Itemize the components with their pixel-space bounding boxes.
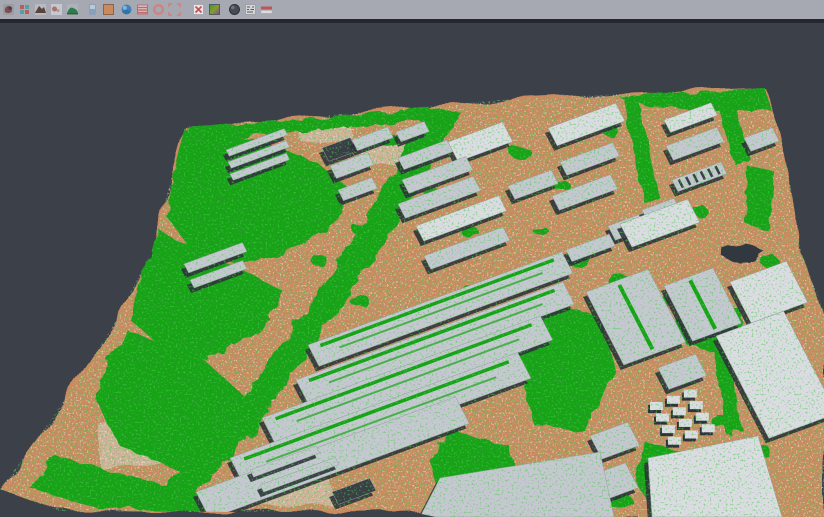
blue-panel-icon-glyph — [86, 3, 99, 16]
green-hill-icon[interactable] — [66, 3, 79, 16]
orange-square-icon-glyph — [102, 3, 115, 16]
notes-icon[interactable] — [244, 3, 257, 16]
gray-smudge-icon[interactable] — [50, 3, 63, 16]
red-teal-pixels-icon-glyph — [18, 3, 31, 16]
maroon-blotch-icon[interactable] — [2, 3, 15, 16]
mountain-icon[interactable] — [34, 3, 47, 16]
dark-sphere-icon[interactable] — [228, 3, 241, 16]
red-ring-icon-glyph — [152, 3, 165, 16]
rainbow-square-icon-glyph — [208, 3, 221, 16]
gray-smudge-icon-glyph — [50, 3, 63, 16]
blue-sphere-icon[interactable] — [120, 3, 133, 16]
notes-icon-glyph — [244, 3, 257, 16]
point-cloud-render — [0, 23, 824, 517]
green-hill-icon-glyph — [66, 3, 79, 16]
red-ring-icon[interactable] — [152, 3, 165, 16]
red-teal-pixels-icon[interactable] — [18, 3, 31, 16]
red-striped-square-icon-glyph — [136, 3, 149, 16]
red-striped-square-icon[interactable] — [136, 3, 149, 16]
blue-sphere-icon-glyph — [120, 3, 133, 16]
red-cross-icon-glyph — [192, 3, 205, 16]
mountain-icon-glyph — [34, 3, 47, 16]
selection-brackets-icon-glyph — [168, 3, 181, 16]
dark-sphere-icon-glyph — [228, 3, 241, 16]
red-bars-icon-glyph — [260, 3, 273, 16]
red-cross-icon[interactable] — [192, 3, 205, 16]
red-bars-icon[interactable] — [260, 3, 273, 16]
main-toolbar — [0, 0, 824, 19]
maroon-blotch-icon-glyph — [2, 3, 15, 16]
blue-panel-icon[interactable] — [86, 3, 99, 16]
orange-square-icon[interactable] — [102, 3, 115, 16]
selection-brackets-icon[interactable] — [168, 3, 181, 16]
rainbow-square-icon[interactable] — [208, 3, 221, 16]
3d-viewport[interactable] — [0, 23, 824, 517]
